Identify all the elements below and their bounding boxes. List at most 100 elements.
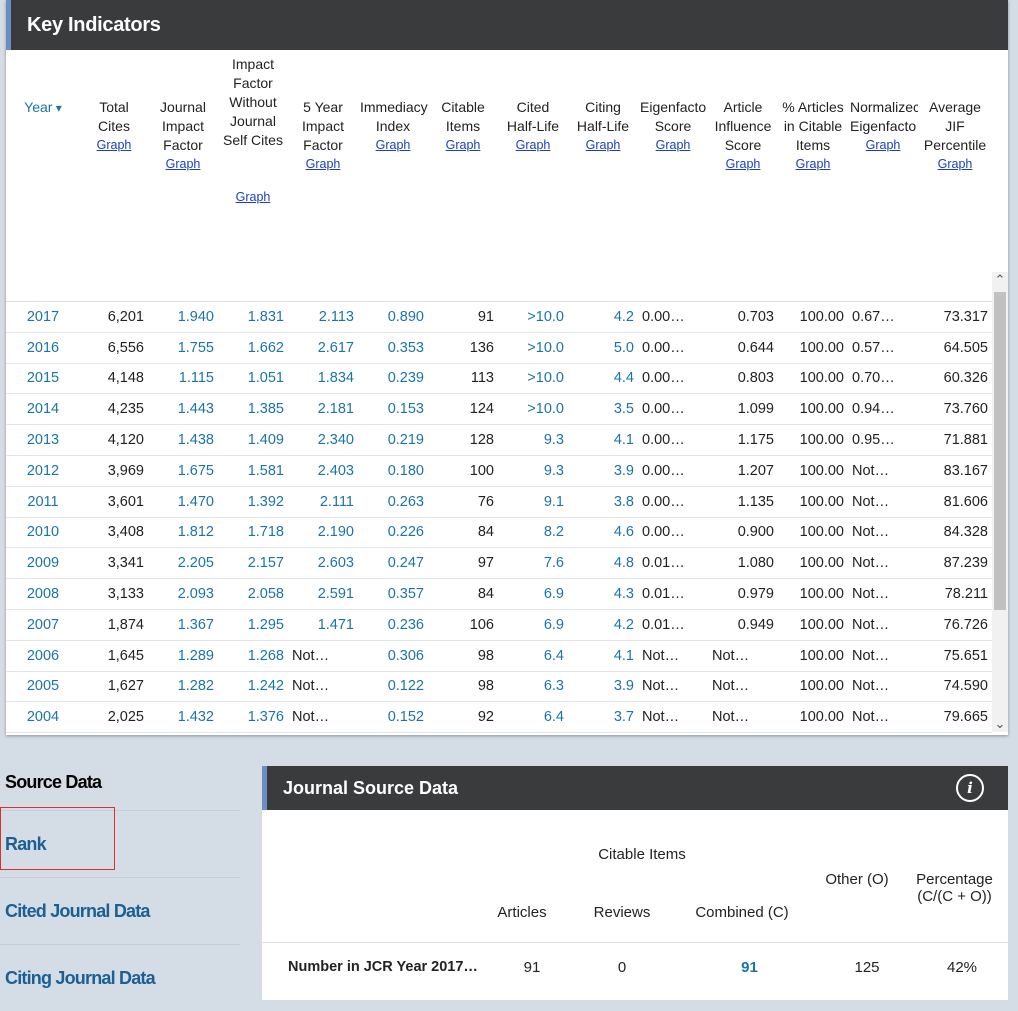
value-link-cell[interactable]: 1.115 — [148, 363, 218, 395]
value-link-cell[interactable]: 4.6 — [568, 517, 638, 549]
year-cell[interactable]: 2004 — [6, 701, 80, 734]
table-scrollbar[interactable]: ⌃ ⌄ — [992, 272, 1008, 732]
value-link-cell[interactable]: 2.603 — [288, 547, 358, 580]
value-link-cell[interactable]: 1.409 — [218, 424, 288, 456]
value-link-cell[interactable]: 3.9 — [568, 455, 638, 487]
value-link-cell[interactable]: 0.152 — [358, 701, 428, 734]
value-link-cell[interactable]: 1.432 — [148, 701, 218, 734]
value-link-cell[interactable]: 6.9 — [498, 609, 568, 641]
value-link-cell[interactable]: 1.295 — [218, 609, 288, 641]
value-link-cell[interactable]: 1.242 — [218, 671, 288, 703]
graph-link[interactable]: Graph — [710, 155, 776, 174]
year-cell[interactable]: 2017 — [6, 301, 80, 333]
value-link-cell[interactable]: 4.2 — [568, 609, 638, 641]
nav-item-cited-journal-data[interactable]: Cited Journal Data — [0, 878, 240, 945]
value-link-cell[interactable]: 7.6 — [498, 547, 568, 580]
value-link-cell[interactable]: 1.051 — [218, 363, 288, 395]
value-link-cell[interactable]: 5.0 — [568, 332, 638, 364]
value-link-cell[interactable]: 2.190 — [288, 517, 358, 549]
value-link-cell[interactable]: 1.552 — [148, 732, 218, 735]
value-link-cell[interactable]: 1.581 — [218, 455, 288, 487]
nav-item-source-data[interactable]: Source Data — [0, 755, 240, 811]
graph-link[interactable]: Graph — [570, 136, 636, 155]
year-cell[interactable]: 2008 — [6, 578, 80, 610]
value-link-cell[interactable]: 6.3 — [498, 671, 568, 703]
value-link-cell[interactable]: 9.3 — [498, 424, 568, 456]
value-link-cell[interactable]: 6.0 — [498, 732, 568, 735]
scroll-thumb[interactable] — [994, 292, 1006, 610]
value-link-cell[interactable]: 1.940 — [148, 301, 218, 333]
value-link-cell[interactable]: 9.1 — [498, 486, 568, 518]
value-link-cell[interactable]: 3.9 — [568, 671, 638, 703]
value-link-cell[interactable]: 4.2 — [568, 301, 638, 333]
year-cell[interactable]: 2013 — [6, 424, 80, 456]
year-cell[interactable]: 2003 — [6, 732, 80, 735]
col-header-year[interactable]: Year ▾ — [6, 50, 80, 302]
value-link-cell[interactable]: 1.289 — [148, 640, 218, 672]
year-cell[interactable]: 2009 — [6, 547, 80, 580]
year-cell[interactable]: 2011 — [6, 486, 80, 518]
scroll-down-icon[interactable]: ⌄ — [992, 716, 1008, 732]
scroll-up-icon[interactable]: ⌃ — [992, 272, 1008, 288]
value-link-cell[interactable]: 2.340 — [288, 424, 358, 456]
value-link-cell[interactable]: 2.113 — [288, 301, 358, 333]
value-link-cell[interactable]: 4.1 — [568, 424, 638, 456]
value-link-cell[interactable]: >10.0 — [498, 363, 568, 395]
value-link-cell[interactable]: 0.247 — [358, 547, 428, 580]
value-link-cell[interactable]: 0.122 — [358, 671, 428, 703]
value-link-cell[interactable]: 1.812 — [148, 517, 218, 549]
value-link-cell[interactable]: >10.0 — [498, 301, 568, 333]
value-link-cell[interactable]: >10.0 — [498, 393, 568, 426]
graph-link[interactable]: Graph — [220, 188, 286, 207]
value-link-cell[interactable]: 6.9 — [498, 578, 568, 610]
graph-link[interactable]: Graph — [920, 155, 990, 174]
value-link-cell[interactable]: 2.111 — [288, 486, 358, 518]
value-link-cell[interactable]: 0.226 — [358, 517, 428, 549]
value-link-cell[interactable]: 1.438 — [148, 424, 218, 456]
year-cell[interactable]: 2016 — [6, 332, 80, 364]
value-link-cell[interactable]: 2.093 — [148, 578, 218, 610]
value-link-cell[interactable]: 1.385 — [218, 393, 288, 426]
value-link-cell[interactable]: 4.3 — [568, 578, 638, 610]
year-cell[interactable]: 2010 — [6, 517, 80, 549]
graph-link[interactable]: Graph — [150, 155, 216, 174]
value-link-cell[interactable]: 1.392 — [218, 486, 288, 518]
info-icon[interactable]: i — [956, 774, 984, 802]
nav-item-rank[interactable]: Rank — [0, 811, 240, 878]
year-cell[interactable]: 2005 — [6, 671, 80, 703]
value-link-cell[interactable]: 0.353 — [358, 332, 428, 364]
value-link-cell[interactable]: 4.4 — [568, 363, 638, 395]
value-link-cell[interactable]: >10.0 — [498, 332, 568, 364]
value-link-cell[interactable]: 6.4 — [498, 640, 568, 672]
year-cell[interactable]: 2007 — [6, 609, 80, 641]
value-link-cell[interactable]: 2.157 — [218, 547, 288, 580]
value-link-cell[interactable]: 1.451 — [218, 732, 288, 735]
value-link-cell[interactable]: 0.306 — [358, 640, 428, 672]
value-link-cell[interactable]: 0.136 — [358, 732, 428, 735]
value-link-cell[interactable]: 9.3 — [498, 455, 568, 487]
value-link-cell[interactable]: 0.219 — [358, 424, 428, 456]
value-link-cell[interactable]: 1.755 — [148, 332, 218, 364]
value-link-cell[interactable]: 1.470 — [148, 486, 218, 518]
year-cell[interactable]: 2006 — [6, 640, 80, 672]
value-link-cell[interactable]: 2.403 — [288, 455, 358, 487]
graph-link[interactable]: Graph — [430, 136, 496, 155]
value-link-cell[interactable]: 1.443 — [148, 393, 218, 426]
graph-link[interactable]: Graph — [850, 136, 916, 155]
value-link-cell[interactable]: 2.617 — [288, 332, 358, 364]
value-link-cell[interactable]: 0.890 — [358, 301, 428, 333]
graph-link[interactable]: Graph — [360, 136, 426, 155]
value-link-cell[interactable]: 2.181 — [288, 393, 358, 426]
value-link-cell[interactable]: 1.834 — [288, 363, 358, 395]
value-link-cell[interactable]: 0.239 — [358, 363, 428, 395]
value-link-cell[interactable]: 1.718 — [218, 517, 288, 549]
value-link-cell[interactable]: 2.205 — [148, 547, 218, 580]
value-link-cell[interactable]: 0.236 — [358, 609, 428, 641]
value-link-cell[interactable]: 1.831 — [218, 301, 288, 333]
year-cell[interactable]: 2015 — [6, 363, 80, 395]
value-link-cell[interactable]: 1.367 — [148, 609, 218, 641]
caret-down-icon[interactable]: ▾ — [52, 101, 62, 115]
year-cell[interactable]: 2012 — [6, 455, 80, 487]
value-link-cell[interactable]: 1.376 — [218, 701, 288, 734]
value-link-cell[interactable]: 3.5 — [568, 393, 638, 426]
